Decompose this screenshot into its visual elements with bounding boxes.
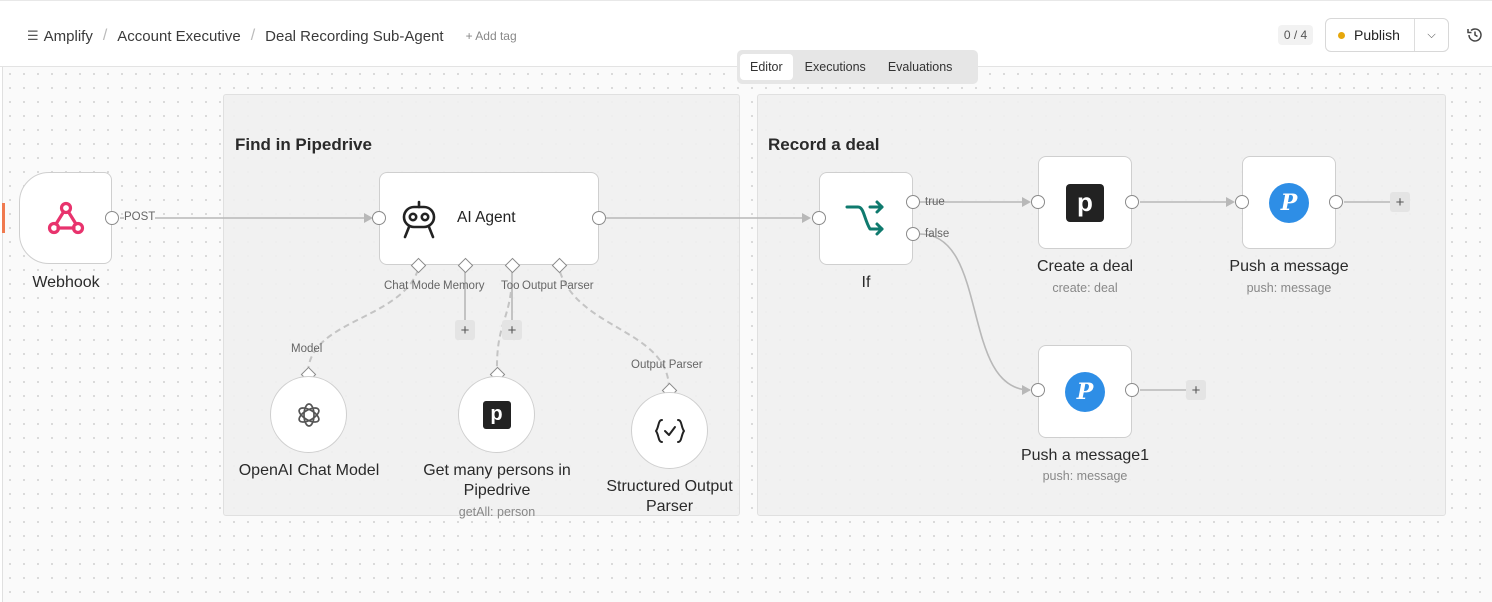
robot-icon [402,200,436,239]
if-true-label: true [925,196,945,208]
push-input-port[interactable] [1235,195,1249,209]
node-label-push1: Push a message1 [1020,447,1150,464]
connector-label-model: Model [291,343,323,355]
json-check-icon [654,418,685,443]
node-sublabel-push1: push: message [1042,469,1128,483]
add-node-after-push-button[interactable]: + [1390,192,1410,212]
node-title-ai-agent: AI Agent [457,209,516,226]
view-tabs: Editor Executions Evaluations [737,50,978,84]
node-openai-chat-model[interactable] [270,376,347,453]
node-if[interactable] [819,172,913,265]
node-sublabel-get-persons: getAll: person [458,505,536,519]
branch-icon [845,200,884,235]
node-push-message1[interactable]: P [1038,345,1132,438]
pipedrive-icon: p [1066,183,1104,222]
openai-icon [297,402,320,427]
if-false-label: false [925,228,950,240]
node-label-webhook: Webhook [32,274,100,291]
create-deal-input-port[interactable] [1031,195,1045,209]
agent-output-port[interactable] [592,211,606,225]
agent-input-port[interactable] [372,211,386,225]
agent-port-label-memory: Memory [443,280,485,292]
webhook-icon [47,201,84,235]
agent-port-label-output-parser: Output Parser [522,280,594,292]
node-push-message[interactable]: P [1242,156,1336,249]
node-label-if: If [861,274,871,291]
create-deal-output-port[interactable] [1125,195,1139,209]
node-webhook[interactable] [19,172,112,264]
node-label-openai: OpenAI Chat Model [238,462,380,479]
if-false-port[interactable] [906,227,920,241]
push-output-port[interactable] [1329,195,1343,209]
push1-output-port[interactable] [1125,383,1139,397]
node-structured-output-parser[interactable] [631,392,708,469]
node-label-push: Push a message [1229,258,1349,275]
arrowhead [1022,197,1031,207]
arrowhead [1226,197,1235,207]
pushbullet-icon: P [1065,371,1105,412]
add-memory-button[interactable]: + [455,320,475,340]
tab-editor[interactable]: Editor [740,54,793,80]
agent-port-label-tool: Too [501,280,520,292]
webhook-output-port[interactable] [105,211,119,225]
node-sublabel-push: push: message [1246,281,1332,295]
node-ai-agent[interactable]: AI Agent [379,172,599,265]
tab-evaluations[interactable]: Evaluations [878,54,963,80]
arrowhead [1022,385,1031,395]
add-tool-button[interactable]: + [502,320,522,340]
add-node-after-push1-button[interactable]: + [1186,380,1206,400]
node-label-get-persons: Get many persons in Pipedrive [423,462,571,499]
agent-port-label-chat-model: Chat Mode [384,280,441,292]
if-true-port[interactable] [906,195,920,209]
push1-input-port[interactable] [1031,383,1045,397]
arrowhead [802,213,811,223]
connections-layer [120,197,1390,395]
node-create-deal[interactable]: p [1038,156,1132,249]
node-get-many-persons[interactable]: p [458,376,535,453]
tab-executions[interactable]: Executions [795,54,876,80]
node-label-structured-parser: Structured Output Parser [606,478,733,515]
connection-if-false-push1[interactable] [919,233,1031,391]
connector-label-output-parser: Output Parser [631,359,703,371]
pushbullet-icon: P [1269,182,1309,223]
node-sublabel-create-deal: create: deal [1052,281,1118,295]
if-input-port[interactable] [812,211,826,225]
webhook-output-label: POST [124,211,156,223]
pipedrive-icon: p [482,400,511,429]
node-label-create-deal: Create a deal [1036,258,1134,275]
